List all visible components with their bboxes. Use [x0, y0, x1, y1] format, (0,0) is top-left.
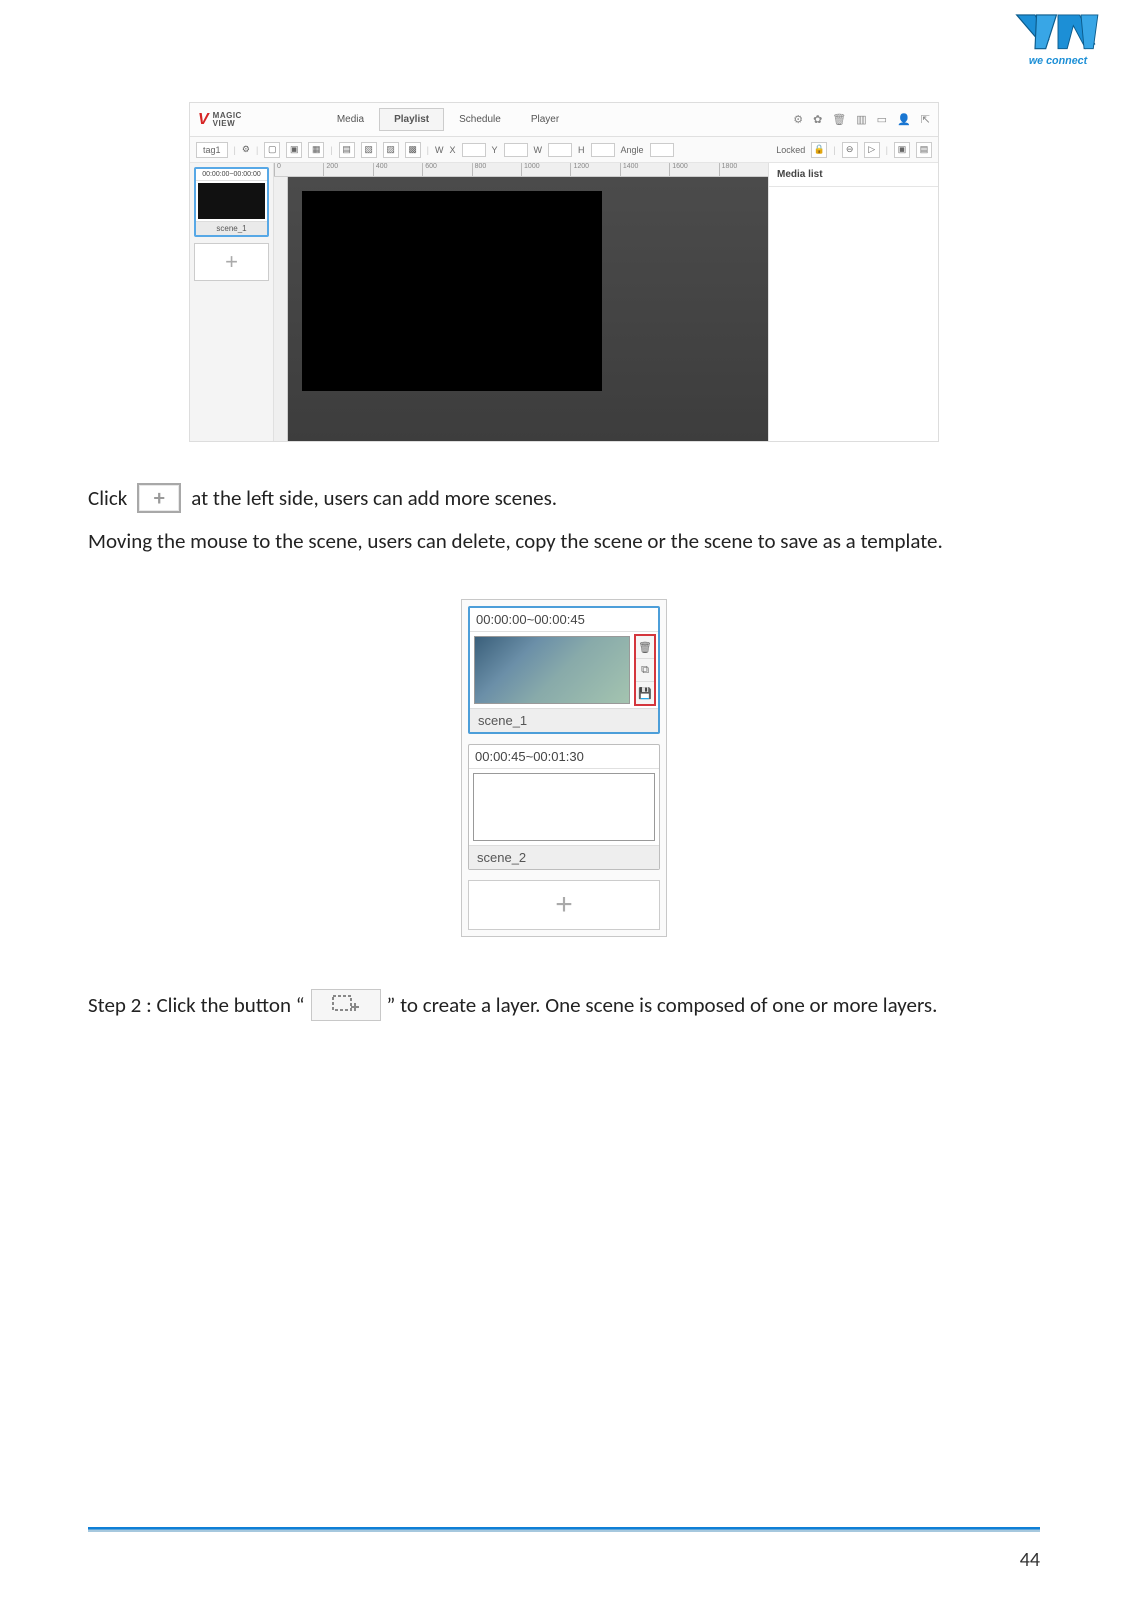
crop-plus-icon[interactable]: ▣: [286, 142, 302, 158]
plus-icon: +: [225, 249, 238, 275]
lock-icon[interactable]: 🔒: [811, 142, 827, 158]
magicview-window: V MAGIC VIEW Media Playlist Schedule Pla…: [189, 102, 939, 442]
scene-item-label: scene_2: [469, 845, 659, 869]
settings-icon[interactable]: ⚙: [793, 113, 803, 126]
text-addscenes: at the left side, users can add more sce…: [191, 482, 557, 515]
zoom-out-icon[interactable]: ⊖: [842, 142, 858, 158]
h-label: H: [578, 145, 585, 155]
user-icon[interactable]: 👤: [897, 113, 911, 126]
zoom-in-icon[interactable]: ▷: [864, 142, 880, 158]
grid-icon[interactable]: ▤: [339, 142, 355, 158]
x-input[interactable]: [462, 143, 486, 157]
plus-icon-inline: +: [137, 483, 181, 513]
copy-icon[interactable]: ▣: [894, 142, 910, 158]
h-input[interactable]: [591, 143, 615, 157]
scene-card[interactable]: 00:00:00~00:00:00 scene_1: [194, 167, 269, 237]
gear-icon[interactable]: ✿: [813, 113, 822, 126]
app-logo: V MAGIC VIEW: [198, 111, 242, 129]
scene-item-2[interactable]: 00:00:45~00:01:30 scene_2: [468, 744, 660, 870]
ruler-vertical: [274, 177, 288, 441]
tab-playlist[interactable]: Playlist: [379, 108, 444, 131]
text-step2a: Step 2 : Click the button “: [88, 989, 305, 1022]
plus-icon: +: [555, 888, 573, 922]
toolbar-row: tag1 | ⚙ | ▢ ▣ ▦ | ▤ ▧ ▨ ▩ | W X Y W H A…: [190, 137, 938, 163]
grid4-icon[interactable]: ▩: [405, 142, 421, 158]
w2-label: W: [534, 145, 543, 155]
grid3-icon[interactable]: ▨: [383, 142, 399, 158]
footer-divider: [88, 1527, 1040, 1532]
copy-icon[interactable]: ⧉: [636, 659, 654, 682]
screen-icon[interactable]: ▭: [877, 113, 887, 126]
scene-thumbnail: [198, 183, 265, 219]
brand-tagline: we connect: [1029, 55, 1088, 67]
page-number: 44: [1020, 1548, 1040, 1572]
media-panel: Media list: [768, 163, 938, 441]
tab-media[interactable]: Media: [322, 108, 379, 131]
add-scene-button[interactable]: +: [468, 880, 660, 930]
app-name-sub: VIEW: [213, 120, 242, 128]
ruler-horizontal: 0 200 400 600 800 1000 1200 1400 1600 18…: [274, 163, 768, 177]
tab-player[interactable]: Player: [516, 108, 574, 131]
scene-item-1[interactable]: 00:00:00~00:00:45 🗑 ⧉ 💾 scene_1: [468, 606, 660, 734]
canvas-black[interactable]: [302, 191, 602, 391]
create-layer-button-inline: [311, 989, 381, 1021]
w-label: W: [435, 145, 444, 155]
text-step2b: ” to create a layer. One scene is compos…: [387, 989, 938, 1022]
paragraph-1: Click + at the left side, users can add …: [88, 482, 1040, 557]
trash-icon[interactable]: 🗑: [832, 113, 846, 126]
canvas-area[interactable]: 0 200 400 600 800 1000 1200 1400 1600 18…: [274, 163, 768, 441]
scene-item-time: 00:00:00~00:00:45: [470, 608, 658, 632]
export-icon[interactable]: ⇱: [921, 113, 930, 126]
scene-item-buttons: 🗑 ⧉ 💾: [634, 634, 656, 706]
main-tabs: Media Playlist Schedule Player: [322, 108, 574, 131]
scene-sidebar: 00:00:00~00:00:00 scene_1 +: [190, 163, 274, 441]
media-list-header: Media list: [769, 163, 938, 187]
scene-panel: 00:00:00~00:00:45 🗑 ⧉ 💾 scene_1 00:00:45…: [461, 599, 667, 937]
y-label: Y: [492, 145, 498, 155]
paste-icon[interactable]: ▤: [916, 142, 932, 158]
add-scene-button[interactable]: +: [194, 243, 269, 281]
tab-schedule[interactable]: Schedule: [444, 108, 516, 131]
trash-icon[interactable]: 🗑: [636, 636, 654, 659]
angle-label: Angle: [621, 145, 644, 155]
w-input[interactable]: [548, 143, 572, 157]
scene-item-label: scene_1: [470, 708, 658, 732]
text-moving: Moving the mouse to the scene, users can…: [88, 525, 1040, 558]
paragraph-2: Step 2 : Click the button “ ” to create …: [88, 989, 1040, 1022]
window-header: V MAGIC VIEW Media Playlist Schedule Pla…: [190, 103, 938, 137]
crop-fit-icon[interactable]: ▦: [308, 142, 324, 158]
angle-input[interactable]: [650, 143, 674, 157]
grid2-icon[interactable]: ▧: [361, 142, 377, 158]
chart-icon[interactable]: ▥: [856, 113, 866, 126]
app-logo-v-icon: V: [198, 111, 209, 129]
save-template-icon[interactable]: 💾: [636, 682, 654, 704]
brand-logo: we connect: [1012, 10, 1104, 77]
tag-label[interactable]: tag1: [196, 142, 228, 158]
locked-label: Locked: [776, 145, 805, 155]
gear-icon[interactable]: ⚙: [242, 144, 250, 155]
text-click: Click: [88, 482, 127, 515]
y-input[interactable]: [504, 143, 528, 157]
scene-time: 00:00:00~00:00:00: [196, 169, 267, 181]
x-label: X: [449, 145, 455, 155]
crop-icon[interactable]: ▢: [264, 142, 280, 158]
scene-item-thumbnail: [474, 636, 630, 704]
scene-item-thumbnail: [473, 773, 655, 841]
scene-label: scene_1: [196, 221, 267, 235]
scene-item-time: 00:00:45~00:01:30: [469, 745, 659, 769]
